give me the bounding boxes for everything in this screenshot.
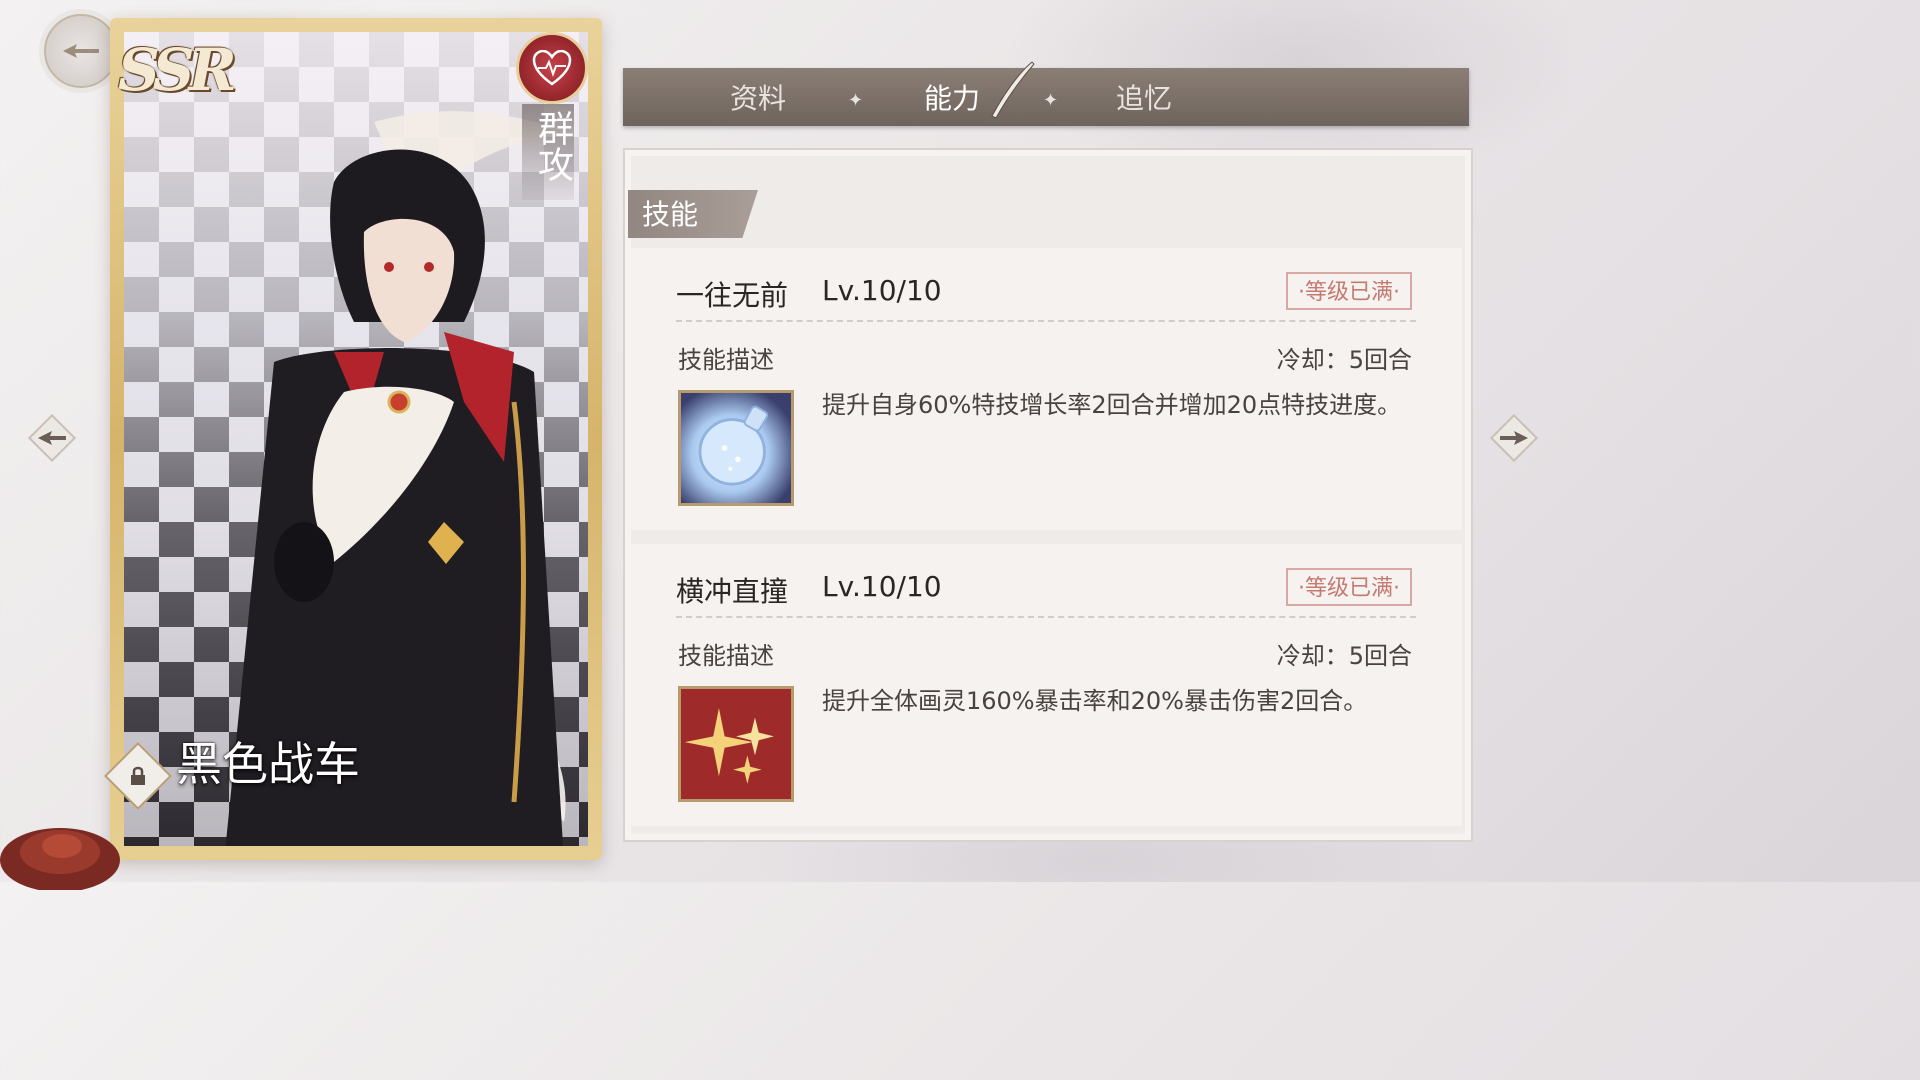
skill-cooldown: 冷却：5回合 — [1276, 642, 1412, 670]
skill-description: 提升全体画灵160%暴击率和20%暴击伤害2回合。 — [822, 687, 1368, 715]
skill-description-title: 技能描述 — [678, 346, 774, 374]
quill-icon — [991, 61, 1035, 119]
next-character-button[interactable] — [1488, 412, 1540, 464]
character-name: 黑色战车 — [176, 737, 360, 791]
tab-memories[interactable]: 追忆 — [1089, 68, 1199, 126]
level-maxed-badge: ·等级已满· — [1286, 272, 1412, 310]
prev-character-button[interactable] — [26, 412, 78, 464]
rarity-badge: SSR — [118, 36, 237, 104]
favorite-badge[interactable] — [516, 32, 588, 104]
back-arrow-icon — [63, 44, 99, 58]
divider — [676, 616, 1416, 618]
heart-icon — [532, 50, 572, 86]
potion-icon[interactable] — [678, 390, 794, 506]
back-button[interactable] — [44, 14, 118, 88]
tab-profile[interactable]: 资料 — [703, 68, 813, 126]
rose-decoration — [0, 828, 120, 890]
right-arrow-icon — [1489, 413, 1539, 463]
attack-type-label: 群攻 — [522, 104, 574, 200]
left-arrow-icon — [27, 413, 77, 463]
tab-separator: ✦ — [1043, 90, 1059, 111]
level-maxed-badge: ·等级已满· — [1286, 568, 1412, 606]
tab-bar: 资料 ✦ 能力 ✦ 追忆 — [623, 68, 1469, 126]
skill-name: 一往无前 — [676, 279, 789, 312]
section-label-skills: 技能 — [628, 190, 758, 238]
skill-description-title: 技能描述 — [678, 642, 774, 670]
skill-description: 提升自身60%特技增长率2回合并增加20点特技进度。 — [822, 391, 1402, 419]
skill-card: 一往无前 Lv.10/10 ·等级已满· 技能描述 冷却：5回合 提升自身60%… — [630, 248, 1462, 530]
divider — [676, 320, 1416, 322]
skill-cooldown: 冷却：5回合 — [1276, 346, 1412, 374]
skill-card: 横冲直撞 Lv.10/10 ·等级已满· 技能描述 冷却：5回合 提升全体画灵1… — [630, 544, 1462, 826]
skill-level: Lv.10/10 — [822, 570, 942, 603]
card-art — [124, 32, 588, 846]
lock-icon — [131, 766, 145, 785]
tab-separator: ✦ — [848, 90, 864, 111]
sparkle-icon[interactable] — [678, 686, 794, 802]
skill-level: Lv.10/10 — [822, 274, 942, 307]
skill-name: 横冲直撞 — [676, 575, 789, 608]
